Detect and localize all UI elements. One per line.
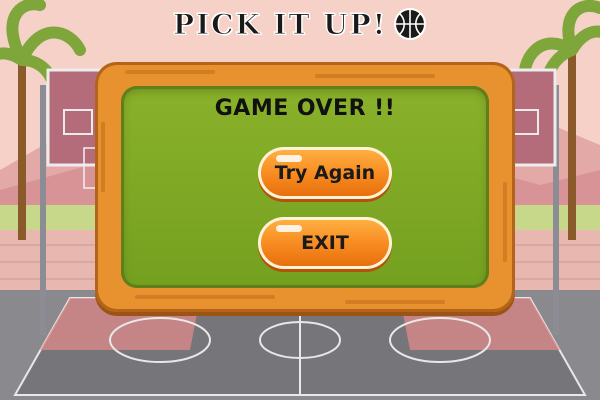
dialog-content-area: GAME OVER !! Try Again EXIT <box>121 86 489 288</box>
basketball-icon <box>393 8 426 40</box>
try-again-button[interactable]: Try Again <box>258 147 392 199</box>
game-title: PICK IT UP! <box>173 7 387 41</box>
game-title-bar: PICK IT UP! <box>0 4 600 44</box>
exit-button[interactable]: EXIT <box>258 217 392 269</box>
game-over-heading: GAME OVER !! <box>214 96 396 121</box>
try-again-label: Try Again <box>274 162 376 184</box>
exit-label: EXIT <box>301 232 349 254</box>
game-over-dialog: GAME OVER !! Try Again EXIT <box>95 62 515 312</box>
